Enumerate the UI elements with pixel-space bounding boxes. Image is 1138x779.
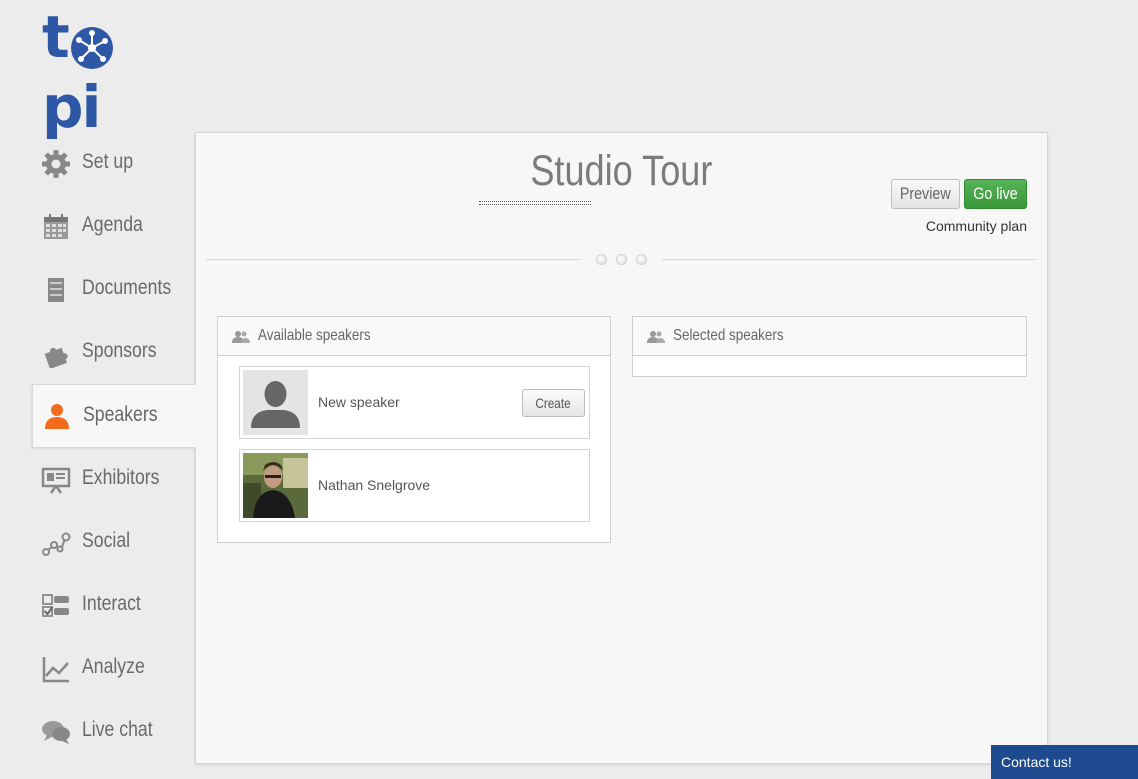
documents-icon <box>40 274 72 306</box>
sidebar-item-exhibitors[interactable]: Exhibitors <box>32 448 196 512</box>
speaker-photo <box>243 453 308 518</box>
main-panel: Studio Tour Preview Go live Community pl… <box>195 132 1048 764</box>
sidebar-item-analyze[interactable]: Analyze <box>32 637 196 701</box>
step-dot-1[interactable] <box>596 254 607 265</box>
speaker-name: Nathan Snelgrove <box>318 477 431 493</box>
sidebar-item-interact[interactable]: Interact <box>32 574 196 638</box>
puzzle-icon <box>40 337 72 369</box>
speaker-name: New speaker <box>318 394 400 410</box>
divider-right <box>662 259 1037 260</box>
sidebar-item-sponsors[interactable]: Sponsors <box>32 321 196 385</box>
speaker-card[interactable]: New speaker Create <box>239 366 590 439</box>
sidebar-item-speakers[interactable]: Speakers <box>32 384 196 448</box>
chat-bubbles-icon <box>40 716 72 748</box>
people-icon <box>232 330 250 344</box>
line-chart-icon <box>40 653 72 685</box>
go-live-button[interactable]: Go live <box>964 179 1027 209</box>
selected-speakers-header: Selected speakers <box>633 317 1026 356</box>
checklist-icon <box>40 590 72 622</box>
step-dot-2[interactable] <box>616 254 627 265</box>
plan-label: Community plan <box>925 218 1027 234</box>
sidebar-item-social[interactable]: Social <box>32 511 196 575</box>
topi-logo[interactable]: t pi <box>42 2 172 141</box>
person-icon <box>41 400 73 432</box>
gear-icon <box>40 148 72 180</box>
sidebar-item-agenda[interactable]: Agenda <box>32 195 196 259</box>
preview-button[interactable]: Preview <box>891 179 960 209</box>
step-dot-3[interactable] <box>636 254 647 265</box>
sidebar-item-documents[interactable]: Documents <box>32 258 196 322</box>
create-speaker-button[interactable]: Create <box>522 389 585 417</box>
social-network-icon <box>40 527 72 559</box>
selected-speakers-panel[interactable]: Selected speakers <box>632 316 1027 377</box>
people-icon <box>647 330 665 344</box>
default-avatar-icon <box>243 370 308 435</box>
sidebar-item-live-chat[interactable]: Live chat <box>32 700 196 764</box>
presentation-board-icon <box>40 464 72 496</box>
divider-left <box>206 259 581 260</box>
contact-us-button[interactable]: Contact us! <box>991 745 1138 779</box>
available-speakers-panel: Available speakers New speaker Create Na… <box>217 316 611 543</box>
calendar-icon <box>40 211 72 243</box>
speaker-card[interactable]: Nathan Snelgrove <box>239 449 590 522</box>
title-edit-underline <box>479 201 591 205</box>
available-speakers-header: Available speakers <box>218 317 610 356</box>
sidebar-item-setup[interactable]: Set up <box>32 132 196 196</box>
